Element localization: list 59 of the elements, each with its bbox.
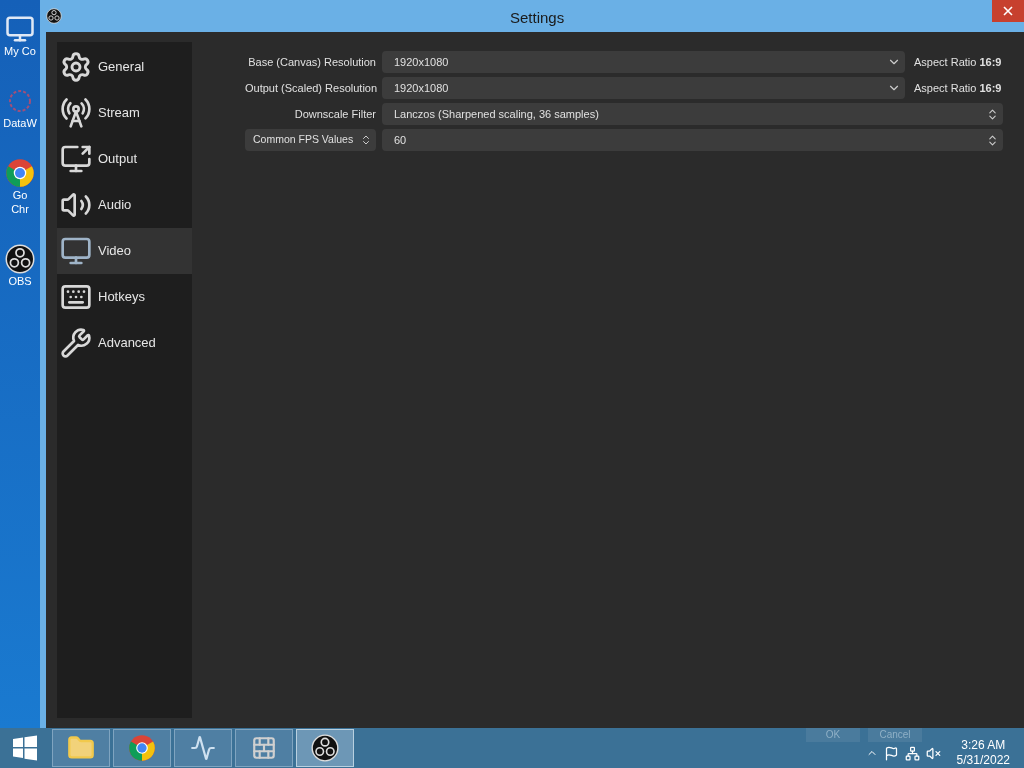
setting-label: Downscale Filter [293,106,376,122]
setting-label: Base (Canvas) Resolution [247,54,376,70]
sidebar-label: General [98,58,145,77]
desktop-icon-label[interactable]: DataW [3,116,37,130]
sidebar-label: Advanced [98,334,156,353]
sidebar-item[interactable]: Audio [57,182,192,228]
muted-speaker-icon[interactable] [925,745,941,761]
window-title: Settings [510,8,565,28]
field-value: 1920x1080 [394,54,449,70]
gear-icon [60,51,92,83]
monitor-icon [60,235,92,267]
app-logo-icon [46,8,62,24]
dropdown-field[interactable]: 1920x1080 [382,51,905,73]
desktop-icon-label[interactable]: My Co [4,44,36,58]
sidebar-item[interactable]: Advanced [57,320,192,366]
close-button[interactable] [992,0,1024,22]
sidebar-label: Hotkeys [98,288,145,307]
aspect-ratio-text: Aspect Ratio 16:9 [914,80,1002,96]
up-down-icon [986,133,999,147]
network-icon[interactable] [904,745,920,761]
sidebar-item[interactable]: Hotkeys [57,274,192,320]
obs-logo-icon [311,734,339,762]
wrench-icon [60,327,92,359]
setting-label: Output (Scaled) Resolution [245,80,376,96]
clock-time[interactable]: 3:26 AM [961,738,1006,753]
desktop-icon-label[interactable]: Go [12,188,28,202]
aspect-ratio-text: Aspect Ratio 16:9 [914,54,1002,70]
up-down-icon [986,107,999,121]
sidebar-label: Stream [98,104,140,123]
dropdown-field[interactable]: Lanczos (Sharpened scaling, 36 samples) [382,103,1003,125]
desktop-icon-label[interactable]: OBS [8,274,32,288]
obs-logo-icon [5,244,35,274]
windows-start-icon[interactable] [12,735,38,761]
close-icon [1003,6,1013,16]
fps-type-selector[interactable]: Common FPS Values [245,129,376,151]
activity-monitor-icon [190,735,216,761]
field-value: Lanczos (Sharpened scaling, 36 samples) [394,106,599,122]
flag-icon[interactable] [883,745,899,761]
antenna-icon [60,97,92,129]
sidebar-item[interactable]: General [57,44,192,90]
brick-wall-icon [251,735,277,761]
up-down-icon [360,134,372,146]
dropdown-field[interactable]: 1920x1080 [382,77,905,99]
desktop-icon-label[interactable]: Chr [11,202,29,216]
chrome-logo-icon [5,158,35,188]
sidebar-label: Video [98,242,131,261]
taskbar-app[interactable] [296,729,354,767]
sidebar-item[interactable]: Output [57,136,192,182]
field-value: 60 [394,132,407,148]
chrome-logo-icon [128,734,156,762]
field-value: 1920x1080 [394,80,449,96]
sidebar-item[interactable]: Stream [57,90,192,136]
dropdown-field[interactable]: 60 [382,129,1003,151]
computer-icon [5,14,35,44]
sidebar-label: Output [98,150,138,169]
sidebar-label: Audio [98,196,132,215]
folder-icon [67,734,95,762]
clock-date[interactable]: 5/31/2022 [956,753,1010,768]
sidebar-item[interactable]: Video [57,228,192,274]
